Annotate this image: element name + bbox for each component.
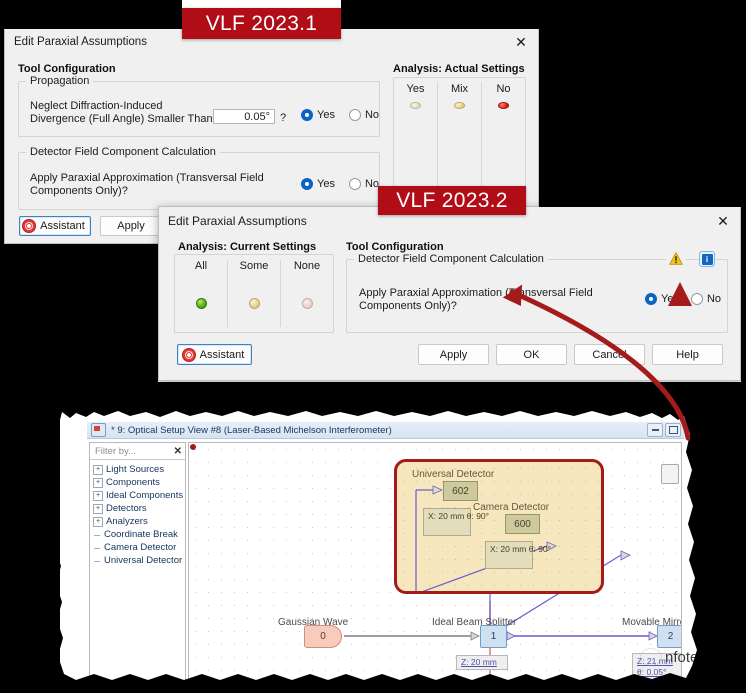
current-col-some-header: Some [239,260,269,272]
assistant-icon [181,347,196,362]
dialog1-tool-configuration-label: Tool Configuration [18,63,116,75]
dialog2-title: Edit Paraxial Assumptions [168,214,307,228]
current-col-all-header: All [194,260,208,272]
torn-paper-mask [0,404,746,693]
propagation-radio-yes-label: Yes [317,109,335,121]
detector-field-legend-2: Detector Field Component Calculation [354,253,548,265]
detector-field-radio-no-label-1: No [364,178,380,190]
analysis-current-settings-panel: Analysis: Current Settings All Some None [174,241,334,333]
close-icon[interactable]: ✕ [708,209,738,233]
detector-field-question-line1-1: Apply Paraxial Approximation (Transversa… [30,172,264,184]
radio-dot-icon [301,109,313,121]
detector-field-radio-yes-label-1: Yes [317,178,335,190]
propagation-question-line1: Neglect Diffraction-Induced [30,100,163,112]
detector-field-radio-no-1[interactable]: No [348,178,380,190]
detector-field-group-1: Detector Field Component Calculation App… [18,146,380,210]
assistant-icon [22,219,37,233]
divergence-threshold-input[interactable]: 0.05° [213,109,275,124]
analysis-col-mix-header: Mix [450,83,469,95]
propagation-radio-no-label: No [364,109,380,121]
torn-edge-left-mid [0,244,158,382]
torn-edge-top-left [0,0,182,29]
detector-field-radio-no-label-2: No [706,293,722,305]
assistant-button-1[interactable]: Assistant [19,216,91,236]
detector-field-legend-1: Detector Field Component Calculation [26,146,220,158]
propagation-legend: Propagation [26,75,94,87]
current-col-none: None [281,255,333,332]
radio-dot-icon [348,109,361,121]
analysis-col-no-header: No [496,83,511,95]
propagation-radio-no[interactable]: No [348,109,380,121]
screenshot-root: Edit Paraxial Assumptions ✕ Tool Configu… [0,0,746,693]
current-led-none [301,298,313,309]
apply-button-1[interactable]: Apply [100,216,162,236]
analysis-led-no-row1 [498,102,509,109]
assistant-button-label-1: Assistant [40,220,85,232]
vlf-2023-1-banner: VLF 2023.1 [182,8,341,39]
propagation-question-trailing: ? [280,112,287,124]
assistant-button-label-2: Assistant [199,348,245,361]
info-icon-glyph: i [701,253,713,265]
propagation-radio-group: Yes No [301,109,379,121]
current-col-some: Some [228,255,280,332]
analysis-current-settings-title: Analysis: Current Settings [178,241,317,253]
analysis-col-yes-header: Yes [406,83,425,95]
vlf-2023-2-banner: VLF 2023.2 [378,186,526,215]
analysis-current-settings-box: All Some None [174,254,334,333]
current-col-all: All [175,255,227,332]
close-icon[interactable]: ✕ [506,30,536,54]
radio-dot-icon [348,178,361,190]
torn-edge-top-right [341,0,746,29]
detector-field-radio-group-1: Yes No [301,178,379,190]
propagation-question-line2: Divergence (Full Angle) Smaller Than [30,113,213,125]
assistant-button-2[interactable]: Assistant [177,344,252,365]
propagation-radio-yes[interactable]: Yes [301,109,335,121]
propagation-group: Propagation Neglect Diffraction-Induced … [18,75,380,137]
detector-field-radio-yes-1[interactable]: Yes [301,178,335,190]
analysis-led-yes-row1 [410,102,421,109]
torn-edge-right-upper [539,29,746,207]
analysis-actual-settings-title: Analysis: Actual Settings [393,63,525,75]
annotation-arrow-head [668,282,692,306]
annotation-arrow [502,284,691,441]
radio-dot-icon [301,178,313,190]
torn-edge-left-upper [0,29,4,244]
current-col-none-header: None [293,260,321,272]
current-led-some [248,298,260,309]
dialog2-tool-configuration-label: Tool Configuration [346,241,444,253]
analysis-led-mix-row1 [454,102,465,109]
current-led-all [195,298,207,309]
warning-icon[interactable] [666,252,686,270]
torn-edge-right-mid [741,206,746,382]
info-icon[interactable]: i [699,251,715,267]
detector-field-question-line2-1: Components Only)? [30,185,128,197]
